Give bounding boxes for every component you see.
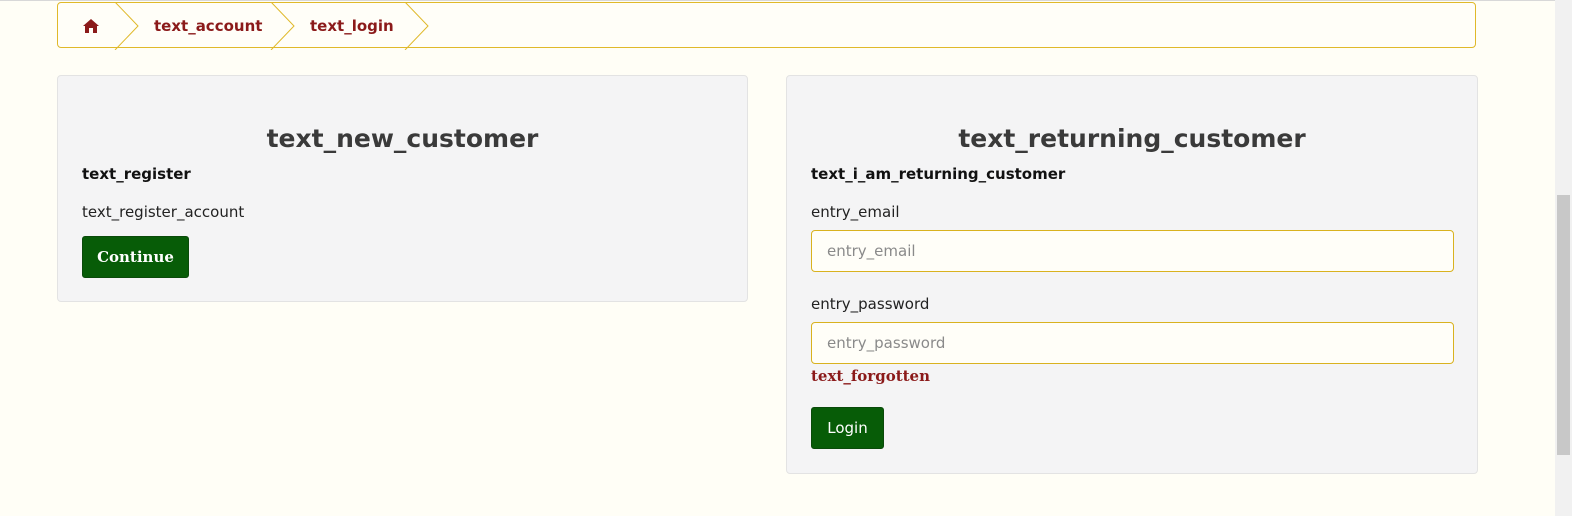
top-divider — [0, 0, 1572, 1]
breadcrumb: text_account text_login — [57, 2, 1476, 50]
returning-customer-title: text_returning_customer — [958, 124, 1306, 153]
breadcrumb-separator-icon — [404, 2, 429, 50]
returning-customer-panel: text_returning_customer text_i_am_return… — [786, 75, 1478, 474]
password-field[interactable] — [811, 322, 1454, 364]
login-button[interactable]: Login — [811, 407, 884, 449]
breadcrumb-item-account[interactable]: text_account — [154, 3, 262, 49]
password-label: entry_password — [811, 295, 930, 313]
returning-customer-subheading: text_i_am_returning_customer — [811, 165, 1066, 183]
home-icon — [83, 19, 99, 33]
scrollbar-thumb[interactable] — [1557, 195, 1570, 455]
new-customer-title: text_new_customer — [266, 124, 539, 153]
forgotten-password-link[interactable]: text_forgotten — [811, 367, 930, 385]
breadcrumb-separator-icon — [114, 2, 139, 50]
email-field[interactable] — [811, 230, 1454, 272]
new-customer-panel: text_new_customer text_register text_reg… — [57, 75, 748, 302]
email-label: entry_email — [811, 203, 900, 221]
continue-button[interactable]: Continue — [82, 236, 189, 278]
register-account-text: text_register_account — [82, 203, 245, 221]
breadcrumb-item-login[interactable]: text_login — [310, 3, 394, 49]
breadcrumb-separator-icon — [270, 2, 295, 50]
register-subheading: text_register — [82, 165, 191, 183]
breadcrumb-home[interactable] — [82, 3, 102, 49]
